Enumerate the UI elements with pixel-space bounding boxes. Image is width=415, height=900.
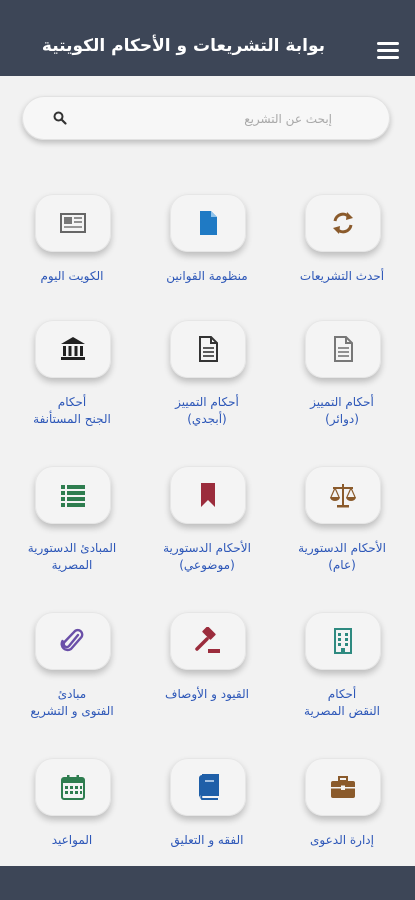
scales-icon: [330, 484, 356, 508]
tile-label: القيود و الأوصاف: [165, 687, 249, 701]
tile-label: المبادئ الدستورية المصرية: [27, 541, 117, 572]
tile-label: المواعيد: [51, 833, 93, 847]
calendar-icon: [61, 775, 85, 800]
newspaper-icon: [60, 213, 86, 233]
tile-egyptian-cassation[interactable]: أحكام النقض المصرية: [275, 608, 409, 728]
bookmark-icon: [201, 483, 215, 507]
tile-constitutional-general[interactable]: الأحكام الدستورية (عام): [275, 462, 409, 582]
menu-bar: [377, 42, 399, 45]
tile-misdemeanor-appeals[interactable]: أحكام الجنح المستأنفة: [5, 316, 139, 436]
search-input[interactable]: [72, 96, 334, 142]
gavel-icon: [195, 627, 220, 653]
tile-button[interactable]: [35, 612, 111, 670]
tile-kuwait-today[interactable]: الكويت اليوم: [5, 190, 139, 310]
tile-label: منظومة القوانين: [166, 269, 248, 283]
tile-label: أحكام النقض المصرية: [304, 687, 380, 718]
tile-jurisprudence-commentary[interactable]: الفقه و التعليق: [140, 754, 274, 874]
briefcase-icon: [331, 776, 355, 798]
tile-button[interactable]: [305, 194, 381, 252]
tile-button[interactable]: [170, 194, 246, 252]
document-icon: [200, 211, 217, 235]
file-text-icon: [334, 336, 353, 362]
page-title: بوابة التشريعات و الأحكام الكويتية: [41, 36, 325, 56]
file-text-icon: [199, 336, 218, 362]
tile-label: مبادئ الفتوى و التشريع: [30, 687, 114, 718]
search-bar[interactable]: [22, 96, 390, 142]
tile-label: أحكام التمييز (دوائر): [310, 395, 374, 426]
menu-bar: [377, 56, 399, 59]
paperclip-icon: [60, 628, 84, 652]
tile-restrictions-descriptions[interactable]: القيود و الأوصاف: [140, 608, 274, 728]
menu-bar: [377, 49, 399, 52]
building-icon: [334, 628, 352, 654]
tile-fatwa-principles[interactable]: مبادئ الفتوى و التشريع: [5, 608, 139, 728]
tile-latest-legislation[interactable]: أحدث التشريعات: [275, 190, 409, 310]
tile-button[interactable]: [170, 758, 246, 816]
app-header: بوابة التشريعات و الأحكام الكويتية: [0, 0, 415, 76]
list-icon: [61, 485, 85, 507]
bottom-bar: [0, 866, 415, 900]
tile-label: الكويت اليوم: [40, 269, 104, 283]
tile-egyptian-constitutional-principles[interactable]: المبادئ الدستورية المصرية: [5, 462, 139, 582]
tile-label: إدارة الدعوى: [310, 833, 374, 847]
tile-label: أحدث التشريعات: [299, 269, 385, 283]
tile-button[interactable]: [305, 758, 381, 816]
book-icon: [199, 774, 219, 800]
tile-button[interactable]: [305, 466, 381, 524]
tile-button[interactable]: [35, 194, 111, 252]
tile-button[interactable]: [305, 612, 381, 670]
tile-button[interactable]: [170, 466, 246, 524]
search-icon[interactable]: [52, 110, 68, 126]
tile-label: الأحكام الدستورية (عام): [298, 541, 386, 572]
tile-button[interactable]: [305, 320, 381, 378]
tile-button[interactable]: [170, 612, 246, 670]
tile-button[interactable]: [35, 320, 111, 378]
courthouse-icon: [61, 337, 85, 360]
tile-cassation-alphabetical[interactable]: أحكام التمييز (أبجدي): [140, 316, 274, 436]
tile-deadlines[interactable]: المواعيد: [5, 754, 139, 874]
tile-button[interactable]: [35, 466, 111, 524]
tile-constitutional-subject[interactable]: الأحكام الدستورية (موضوعي): [140, 462, 274, 582]
tile-laws-system[interactable]: منظومة القوانين: [140, 190, 274, 310]
tile-button[interactable]: [35, 758, 111, 816]
tile-label: الفقه و التعليق: [170, 833, 244, 847]
tile-label: الأحكام الدستورية (موضوعي): [163, 541, 251, 572]
tile-label: أحكام التمييز (أبجدي): [175, 395, 239, 426]
tile-cassation-circuits[interactable]: أحكام التمييز (دوائر): [275, 316, 409, 436]
tile-button[interactable]: [170, 320, 246, 378]
refresh-icon: [333, 212, 353, 234]
hamburger-menu-icon[interactable]: [377, 42, 399, 60]
tile-label: أحكام الجنح المستأنفة: [33, 395, 111, 426]
tile-case-management[interactable]: إدارة الدعوى: [275, 754, 409, 874]
